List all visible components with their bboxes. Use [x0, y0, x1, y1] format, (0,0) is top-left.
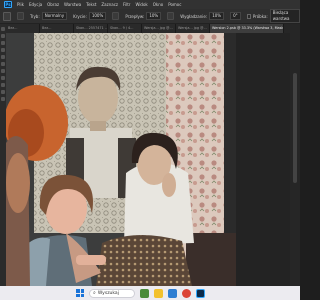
opacity-label: Krycie: — [73, 13, 87, 19]
tool-preset-picker[interactable] — [3, 11, 11, 21]
opacity-input[interactable]: 100% — [88, 12, 107, 20]
angle-control[interactable]: 0° — [230, 12, 241, 20]
type-tool-icon[interactable] — [1, 83, 5, 87]
aligned-checkbox[interactable] — [246, 13, 251, 19]
document-tab[interactable]: Skan... 2557471 ... — [74, 24, 108, 33]
gradient-tool-icon[interactable] — [1, 76, 5, 80]
file-explorer-icon[interactable] — [154, 288, 163, 298]
taskbar-search[interactable]: ⌕ Wyszukaj — [89, 288, 135, 298]
zoom-tool-icon[interactable] — [1, 97, 5, 101]
lasso-tool-icon[interactable] — [1, 41, 5, 45]
flow-control[interactable]: Przepływ: 10% — [125, 12, 162, 20]
options-bar: Tryb: Normalny Krycie: 100% Przepływ: 10… — [0, 9, 301, 24]
search-placeholder: Wyszukaj — [97, 290, 119, 296]
menu-bar: Ps Plik Edycja Obraz Warstwa Tekst Zazna… — [0, 0, 300, 9]
smoothing-label: Wygładzanie: — [180, 13, 208, 19]
chrome-icon[interactable] — [182, 288, 191, 298]
menu-select[interactable]: Zaznacz — [101, 0, 118, 9]
menu-filter[interactable]: Filtr — [123, 0, 130, 9]
windows-taskbar: ⌕ Wyszukaj — [0, 286, 300, 300]
opacity-control[interactable]: Krycie: 100% — [73, 12, 107, 20]
stamp-tool-icon[interactable] — [1, 62, 5, 66]
pressure-opacity-icon[interactable] — [112, 12, 120, 20]
document-tab[interactable]: Bez... — [6, 24, 40, 33]
move-tool-icon[interactable] — [1, 27, 5, 31]
document-tab[interactable]: Bez... — [40, 24, 74, 33]
mode-label: Tryb: — [29, 13, 40, 19]
menu-type[interactable]: Tekst — [86, 0, 96, 9]
photoshop-logo[interactable]: Ps — [4, 1, 12, 8]
menu-layer[interactable]: Warstwa — [64, 0, 81, 9]
menu-edit[interactable]: Edycja — [29, 0, 42, 9]
smoothing-input[interactable]: 10% — [209, 12, 225, 20]
crop-tool-icon[interactable] — [1, 48, 5, 52]
smoothing-control[interactable]: Wygładzanie: 10% — [180, 12, 225, 20]
vertical-scrollbar[interactable] — [290, 33, 300, 286]
brush-tool-icon[interactable] — [1, 55, 5, 59]
sample-control[interactable]: Próbka: Bieżąca warstwa — [246, 9, 301, 23]
document-tabs: Bez... Bez... Skan... 2557471 ... Skan..… — [6, 24, 300, 33]
sample-select[interactable]: Bieżąca warstwa — [269, 9, 301, 23]
mode-select[interactable]: Normalny — [41, 12, 68, 20]
flow-label: Przepływ: — [125, 13, 145, 19]
angle-input[interactable]: 0° — [230, 12, 241, 20]
menu-window[interactable]: Okno — [153, 0, 163, 9]
airbrush-icon[interactable] — [167, 12, 175, 20]
eraser-tool-icon[interactable] — [1, 69, 5, 73]
document-canvas[interactable] — [6, 33, 290, 286]
menu-view[interactable]: Widok — [135, 0, 147, 9]
mode-control[interactable]: Tryb: Normalny — [29, 12, 68, 20]
document-tab[interactable]: Wersja... jpg @... — [176, 24, 210, 33]
document-tab[interactable]: Wersja... jpg @... — [142, 24, 176, 33]
menu-image[interactable]: Obraz — [47, 0, 59, 9]
photoshop-icon[interactable] — [196, 288, 205, 298]
scrollbar-thumb[interactable] — [293, 73, 297, 183]
brush-settings-icon[interactable] — [16, 12, 24, 20]
mail-icon[interactable] — [168, 288, 177, 298]
document-tab[interactable]: Skan... 9 / 4... — [108, 24, 142, 33]
flow-input[interactable]: 10% — [146, 12, 162, 20]
hand-tool-icon[interactable] — [1, 90, 5, 94]
vintage-family-photo — [6, 33, 236, 286]
landscape-app-icon[interactable] — [140, 288, 149, 298]
marquee-tool-icon[interactable] — [1, 34, 5, 38]
menu-file[interactable]: Plik — [17, 0, 24, 9]
menu-help[interactable]: Pomoc — [168, 0, 181, 9]
windows-start-icon[interactable] — [76, 289, 84, 297]
search-icon: ⌕ — [93, 290, 96, 296]
sample-label: Próbka: — [252, 13, 268, 19]
document-tab-active[interactable]: Wersion 2.psb @ 33.3% (Warstwa 3, Maska … — [210, 24, 284, 33]
